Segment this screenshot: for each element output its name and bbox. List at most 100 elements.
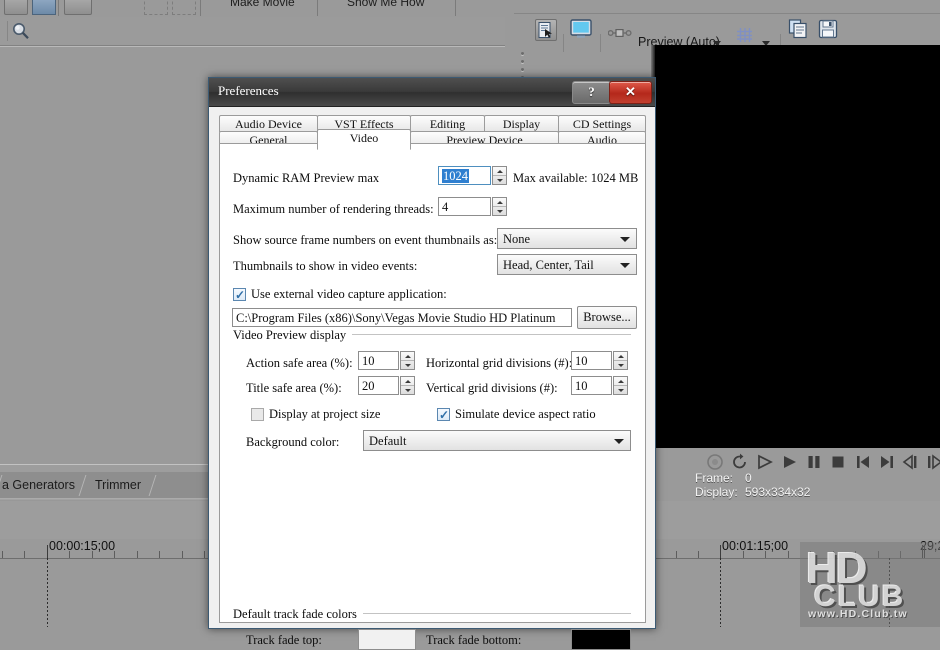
stepper-up[interactable] (614, 377, 627, 386)
stepper-down[interactable] (401, 361, 414, 369)
previous-frame-button[interactable] (902, 453, 922, 471)
tab-audio-device[interactable]: Audio Device (219, 115, 318, 132)
play-button[interactable] (780, 453, 800, 471)
horizontal-grid-input[interactable]: 10 (571, 351, 612, 370)
tab-trimmer[interactable]: Trimmer (95, 472, 141, 498)
close-button[interactable]: ✕ (609, 81, 652, 104)
horizontal-grid-stepper[interactable] (613, 351, 628, 370)
ruler-tick-minor (788, 551, 789, 558)
timeline-cursor[interactable] (47, 558, 48, 627)
chevron-down-icon (614, 439, 624, 444)
go-to-start-button[interactable] (854, 453, 872, 471)
show-me-how-label[interactable]: Show Me How (347, 0, 424, 9)
dialog-title: Preferences (218, 83, 279, 98)
media-icon[interactable] (32, 0, 56, 15)
dynamic-ram-input[interactable]: 1024 (438, 166, 491, 185)
stepper-up[interactable] (401, 377, 414, 386)
stepper-up[interactable] (614, 352, 627, 361)
vertical-grid-input[interactable]: 10 (571, 376, 612, 395)
use-external-capture-checkbox[interactable]: ✓ (233, 288, 246, 302)
grid-icon[interactable] (736, 27, 753, 43)
track-fade-top-label: Track fade top: (246, 633, 322, 647)
pause-button[interactable] (805, 453, 823, 471)
stepper-down[interactable] (493, 207, 506, 215)
ruler-tick-minor (676, 551, 677, 558)
close-button-label: ✕ (625, 84, 636, 99)
envelope-point-icon[interactable] (64, 0, 92, 15)
ruler-tick-minor (204, 551, 205, 558)
properties-icon[interactable] (4, 0, 28, 15)
search-icon[interactable] (12, 22, 30, 40)
stepper-up[interactable] (493, 198, 506, 207)
make-movie-label[interactable]: Make Movie (230, 0, 295, 9)
max-available-label: Max available: 1024 MB (513, 171, 639, 185)
stop-button[interactable] (829, 453, 847, 471)
stepper-up[interactable] (493, 167, 506, 176)
vertical-grid-stepper[interactable] (613, 376, 628, 395)
display-value: 593x334x32 (745, 485, 811, 499)
stepper-down[interactable] (493, 176, 506, 184)
action-safe-input[interactable]: 10 (358, 351, 399, 370)
dynamic-ram-stepper[interactable] (492, 166, 507, 185)
copy-snapshot-icon[interactable] (788, 19, 810, 39)
browse-button[interactable]: Browse... (577, 306, 637, 329)
go-to-end-button[interactable] (878, 453, 896, 471)
tab-cd-settings[interactable]: CD Settings (558, 115, 646, 132)
thumbnails-select[interactable]: Head, Center, Tail (497, 254, 637, 275)
external-capture-path-input[interactable]: C:\Program Files (x86)\Sony\Vegas Movie … (232, 308, 572, 344)
background-color-select[interactable]: Default (363, 430, 631, 451)
loop-playback-button[interactable] (731, 453, 749, 471)
dialog-body: Audio Device VST Effects Editing Display… (212, 108, 652, 650)
track-fade-top-swatch[interactable] (358, 629, 416, 650)
tab-video[interactable]: Video (317, 129, 411, 150)
edit-detail-icon[interactable] (96, 0, 118, 13)
next-frame-button[interactable] (926, 453, 940, 471)
vertical-grid-label: Vertical grid divisions (#): (426, 381, 558, 395)
thumbnails-label: Thumbnails to show in video events: (233, 259, 418, 273)
fx-icon[interactable] (172, 0, 196, 15)
monitor-icon[interactable] (570, 19, 592, 39)
main-toolbar: Make Movie Show Me How (0, 0, 514, 17)
title-safe-input[interactable]: 20 (358, 376, 399, 395)
render-threads-input[interactable]: 4 (438, 197, 491, 216)
save-snapshot-icon[interactable] (818, 19, 838, 39)
timeline-cursor[interactable] (720, 558, 721, 627)
check-icon: ✓ (439, 408, 450, 422)
stepper-down[interactable] (614, 361, 627, 369)
tab-editing[interactable]: Editing (410, 115, 485, 132)
help-button[interactable]: ? (572, 81, 611, 104)
source-frame-numbers-select[interactable]: None (497, 228, 637, 249)
crop-icon[interactable] (120, 0, 142, 13)
track-fade-bottom-swatch[interactable] (571, 629, 631, 650)
render-threads-stepper[interactable] (492, 197, 507, 216)
make-movie-icon[interactable] (206, 0, 228, 13)
pan-crop-icon[interactable] (144, 0, 168, 15)
record-button[interactable] (706, 453, 724, 471)
watermark-url: www.HD.Club.tw (808, 608, 908, 620)
stepper-down[interactable] (614, 386, 627, 394)
display-at-project-size-checkbox[interactable] (251, 408, 264, 421)
toolbar-separator (7, 21, 8, 41)
toolbar-separator (317, 0, 318, 16)
ruler-tick-major (47, 545, 48, 558)
tab-media-generators[interactable]: a Generators (2, 472, 75, 498)
dialog-titlebar[interactable]: Preferences ? ✕ (209, 78, 655, 107)
simulate-aspect-ratio-checkbox[interactable]: ✓ (437, 408, 450, 422)
ruler-tick-minor (137, 551, 138, 558)
play-from-start-button[interactable] (755, 453, 775, 471)
tab-display[interactable]: Display (484, 115, 559, 132)
project-properties-icon[interactable] (535, 19, 557, 41)
show-me-how-icon[interactable] (322, 0, 344, 13)
help-pointer-icon[interactable] (462, 0, 484, 13)
simulate-aspect-ratio-label: Simulate device aspect ratio (455, 407, 596, 421)
stepper-down[interactable] (401, 386, 414, 394)
action-safe-stepper[interactable] (400, 351, 415, 370)
tab-edge (78, 475, 87, 496)
preferences-dialog[interactable]: Preferences ? ✕ Audio Device VST Effects… (208, 77, 656, 650)
title-safe-stepper[interactable] (400, 376, 415, 395)
frame-label: Frame: (695, 471, 734, 485)
video-preview-surface[interactable] (655, 45, 940, 456)
stepper-up[interactable] (401, 352, 414, 361)
split-screen-icon[interactable] (607, 25, 632, 38)
thumbnails-value: Head, Center, Tail (503, 258, 594, 272)
